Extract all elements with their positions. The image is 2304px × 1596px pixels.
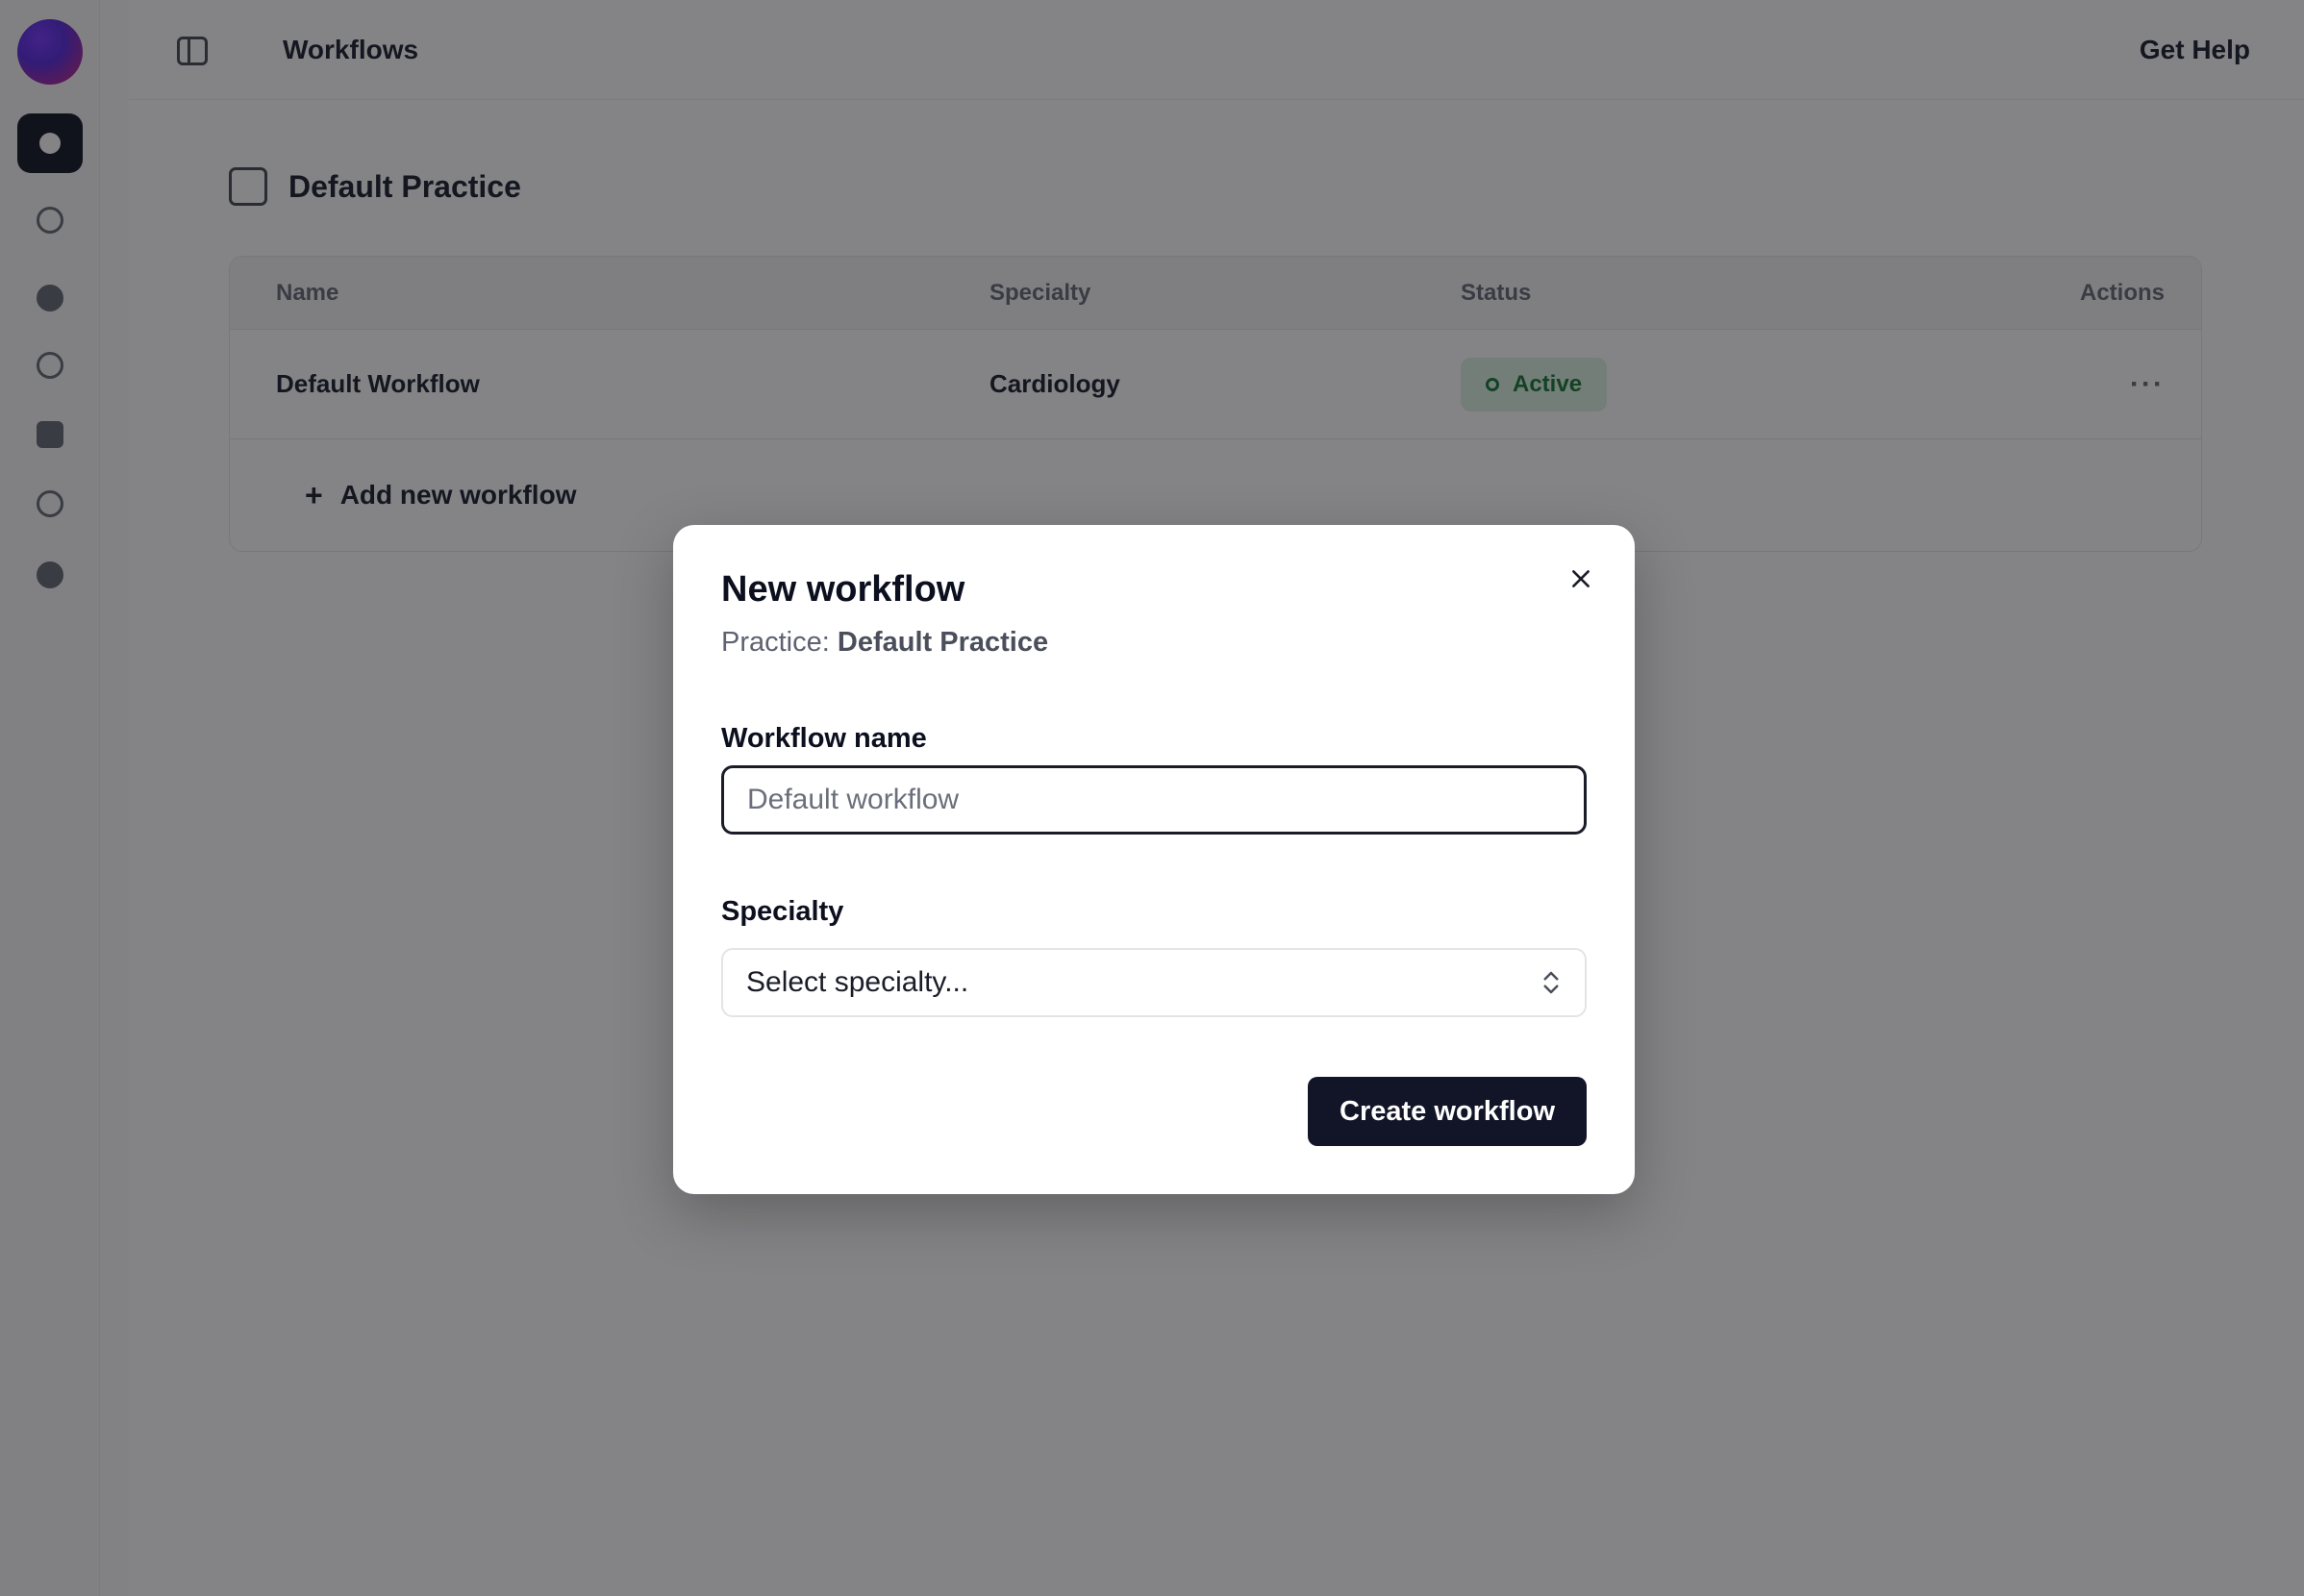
specialty-select[interactable]: Select specialty...: [721, 948, 1587, 1017]
specialty-select-value: Select specialty...: [746, 966, 969, 998]
workflow-name-input[interactable]: [721, 765, 1587, 835]
create-workflow-button[interactable]: Create workflow: [1308, 1077, 1587, 1146]
practice-value: Default Practice: [837, 627, 1049, 658]
new-workflow-dialog: New workflow Practice: Default Practice …: [673, 525, 1635, 1194]
chevrons-up-down-icon: [1543, 971, 1559, 994]
specialty-label: Specialty: [721, 896, 844, 927]
dialog-subtitle: Practice: Default Practice: [721, 627, 1048, 659]
dialog-title: New workflow: [721, 569, 965, 610]
close-icon: [1572, 570, 1590, 587]
close-button[interactable]: [1562, 560, 1600, 598]
workflow-name-label: Workflow name: [721, 723, 927, 754]
practice-label: Practice:: [721, 627, 830, 658]
